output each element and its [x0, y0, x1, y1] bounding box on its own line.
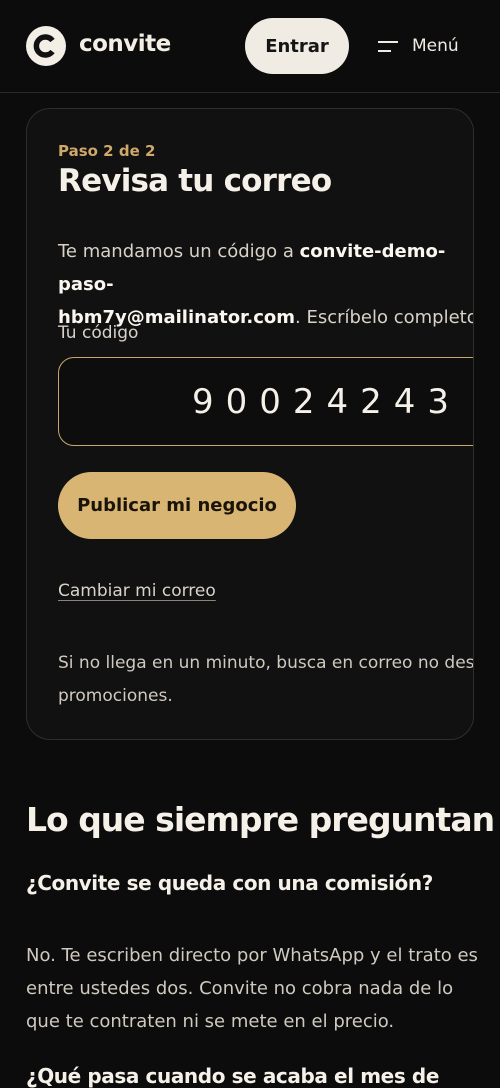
verify-email-card: Paso 2 de 2 Revisa tu correo Te mandamos… — [26, 108, 474, 740]
change-email-link[interactable]: Cambiar mi correo — [58, 581, 216, 601]
menu-label: Menú — [412, 36, 459, 56]
faq-title: Lo que siempre preguntan — [26, 800, 495, 839]
menu-icon — [378, 39, 398, 53]
code-input[interactable] — [58, 357, 473, 446]
code-label: Tu código — [58, 323, 139, 343]
faq-question[interactable]: ¿Qué pasa cuando se acaba el mes de — [26, 1064, 439, 1088]
publish-business-button[interactable]: Publicar mi negocio — [58, 472, 296, 539]
card-description: Te mandamos un código a convite-demo-pas… — [58, 241, 474, 328]
login-button[interactable]: Entrar — [245, 18, 349, 74]
faq-answer: No. Te escriben directo por WhatsApp y e… — [26, 945, 478, 1032]
site-header: convite Entrar Menú — [0, 0, 500, 93]
faq-question[interactable]: ¿Convite se queda con una comisión? — [26, 871, 433, 895]
step-indicator: Paso 2 de 2 — [58, 142, 156, 160]
brand-name[interactable]: convite — [79, 31, 171, 57]
spam-hint: Si no llega en un minuto, busca en corre… — [58, 653, 474, 706]
card-title: Revisa tu correo — [58, 163, 332, 199]
convite-logo-icon[interactable] — [26, 26, 66, 66]
menu-button[interactable]: Menú — [378, 34, 459, 58]
